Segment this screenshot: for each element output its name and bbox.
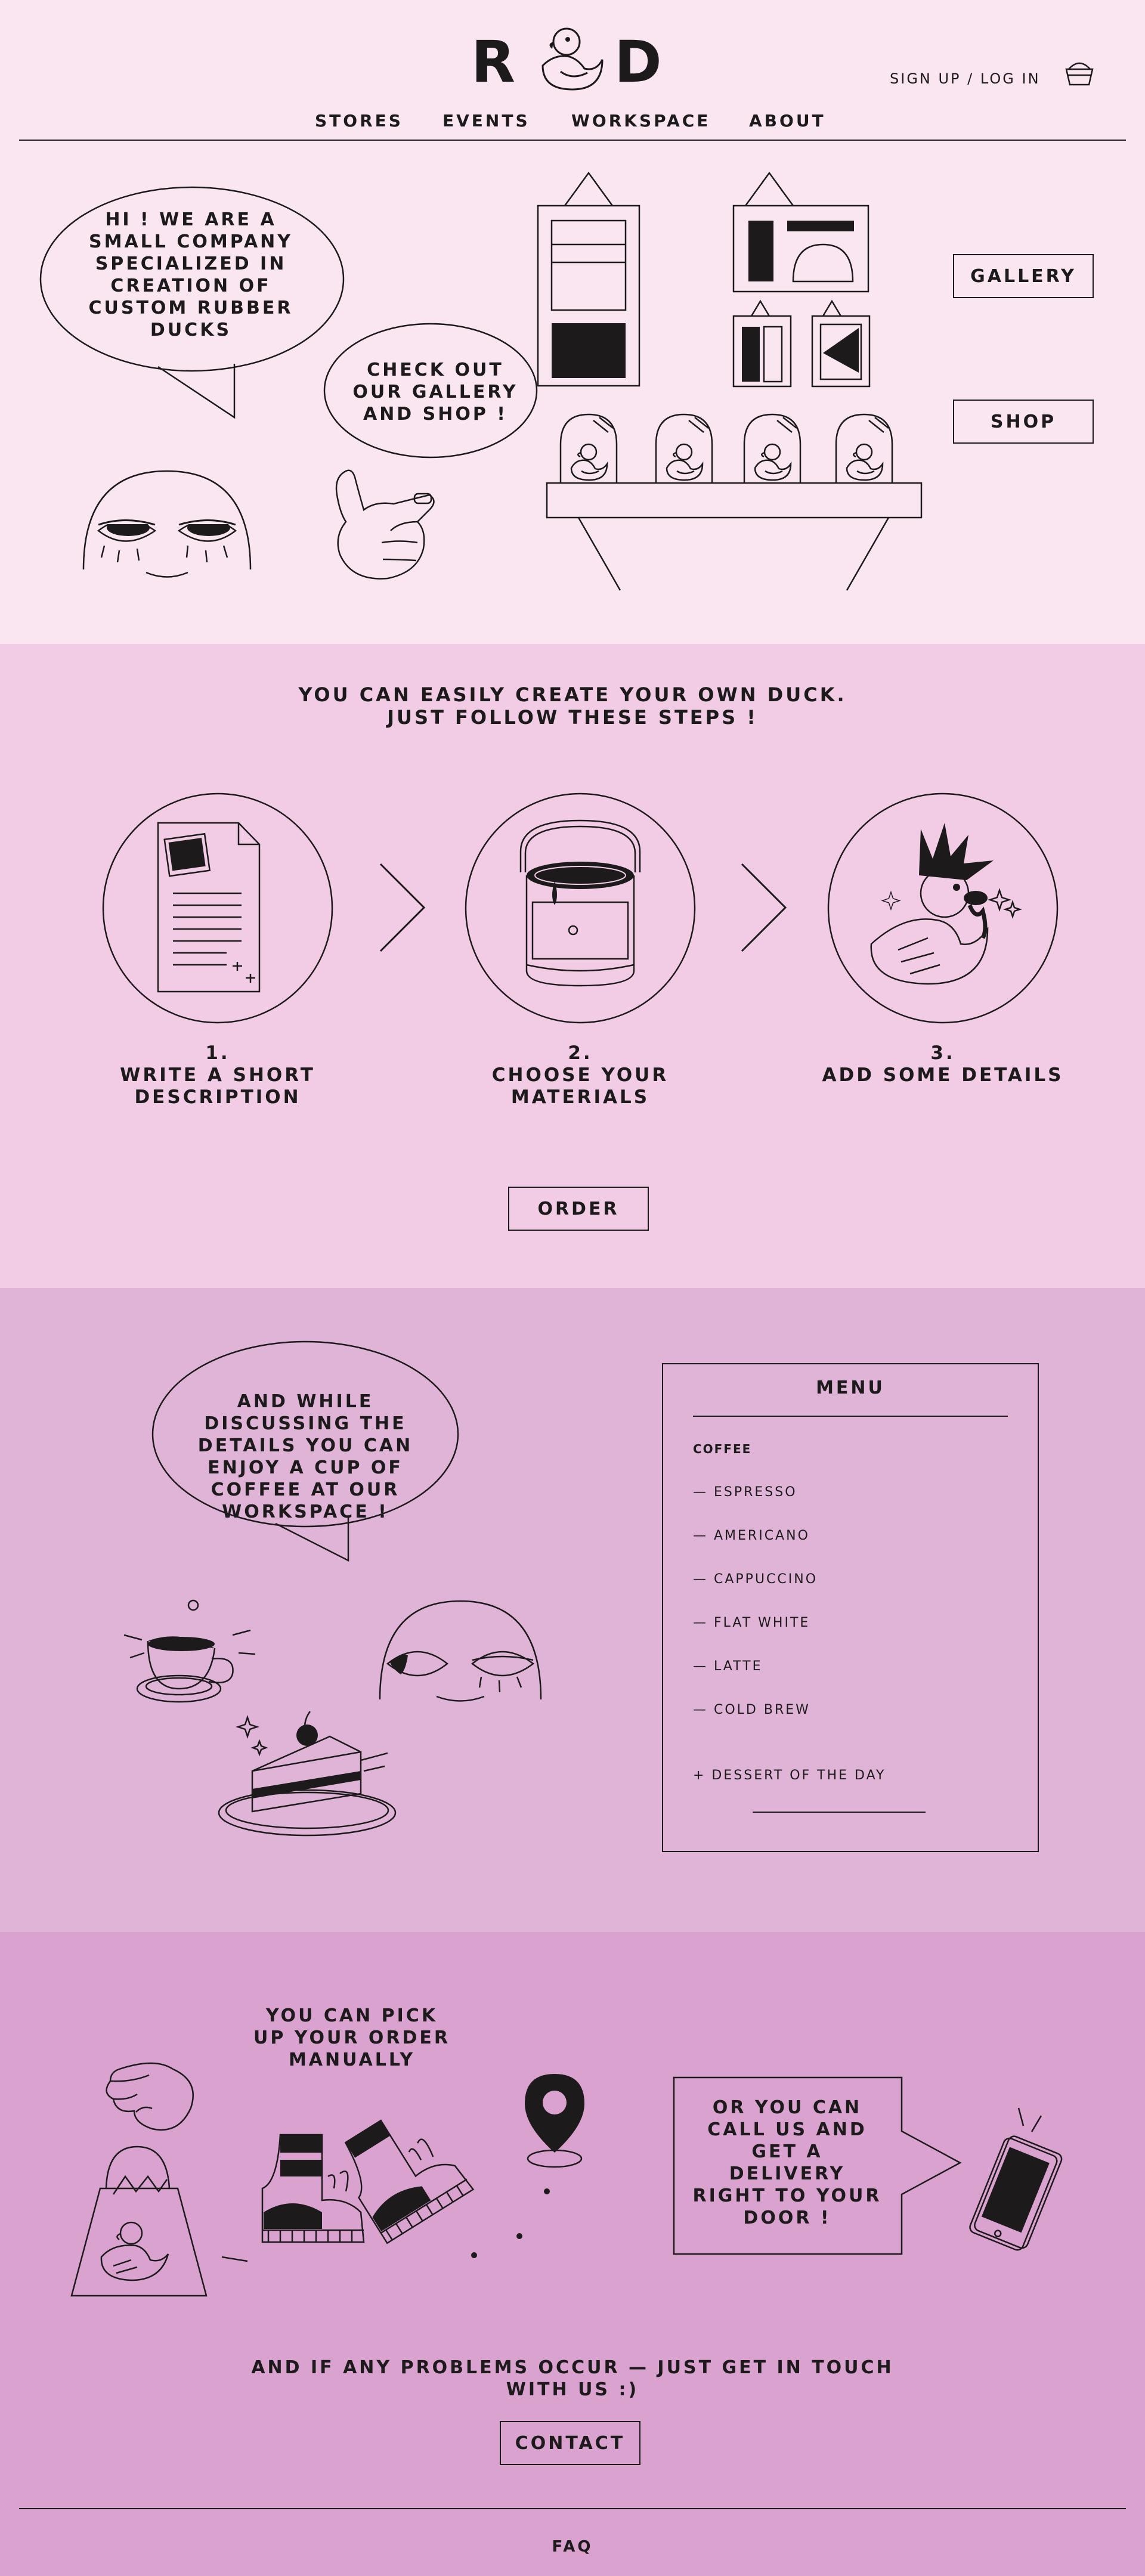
nav-about[interactable]: ABOUT [749, 111, 826, 131]
faq-link[interactable]: FAQ [513, 2538, 632, 2556]
intro-text: HI ! WE ARE A SMALL COMPANY SPECIALIZED … [88, 209, 293, 340]
step-1-label: 1. WRITE A SHORT DESCRIPTION [120, 1042, 315, 1108]
menu-item: — CAPPUCCINO [693, 1572, 818, 1587]
header-divider [19, 140, 1126, 141]
menu-item: — AMERICANO [693, 1528, 810, 1543]
cake-slice-icon [218, 1711, 397, 1837]
walking-boots-icon [261, 2119, 475, 2244]
steps-heading: YOU CAN EASILY CREATE YOUR OWN DUCK. JUS… [298, 683, 847, 729]
coffee-cup-icon [123, 1599, 256, 1703]
face-sleepy-icon [82, 470, 252, 578]
contact-button[interactable]: CONTACT [500, 2421, 640, 2465]
menu-extra: + DESSERT OF THE DAY [693, 1768, 886, 1783]
basket-icon[interactable] [1065, 60, 1094, 86]
shop-button[interactable]: SHOP [953, 400, 1094, 444]
gallery-callout-text: CHECK OUT OUR GALLERY AND SHOP ! [352, 360, 518, 425]
logo-letter-d: D [614, 29, 662, 95]
gallery-illustration [537, 171, 923, 591]
workspace-section: AND WHILE DISCUSSING THE DETAILS YOU CAN… [0, 1288, 1145, 1932]
menu-item: — LATTE [693, 1659, 763, 1674]
ringing-phone-icon [969, 2107, 1063, 2251]
menu-item: — FLAT WHITE [693, 1615, 810, 1630]
steps-section: YOU CAN EASILY CREATE YOUR OWN DUCK. JUS… [0, 644, 1145, 1288]
hand-with-bag-icon [70, 2062, 248, 2297]
location-pin-icon [525, 2074, 584, 2194]
nav-workspace[interactable]: WORKSPACE [571, 111, 710, 131]
step-2-label: 2. CHOOSE YOUR MATERIALS [491, 1042, 669, 1108]
face-looking-icon [379, 1600, 542, 1702]
menu-item: — COLD BREW [693, 1702, 810, 1717]
problems-text: AND IF ANY PROBLEMS OCCUR — JUST GET IN … [251, 2357, 894, 2400]
step-details-icon [827, 792, 1059, 1024]
delivery-section: YOU CAN PICK UP YOUR ORDER MANUALLY OR Y… [0, 1932, 1145, 2576]
menu-bottom-divider [753, 1812, 926, 1813]
order-button[interactable]: ORDER [508, 1187, 649, 1231]
nav-stores[interactable]: STORES [315, 111, 403, 131]
menu-item: — ESPRESSO [693, 1485, 797, 1500]
path-dot [471, 2252, 477, 2258]
footer-divider [19, 2508, 1126, 2509]
menu-title: MENU [816, 1377, 885, 1398]
pointing-hand-icon [335, 469, 435, 580]
workspace-text: AND WHILE DISCUSSING THE DETAILS YOU CAN… [197, 1391, 413, 1522]
step-description-icon [102, 792, 333, 1024]
delivery-text: OR YOU CAN CALL US AND GET A DELIVERY RI… [692, 2097, 882, 2228]
step-arrow-1-icon [379, 863, 426, 952]
menu-title-divider [693, 1416, 1008, 1417]
step-arrow-2-icon [741, 863, 787, 952]
logo-duck-icon [541, 27, 604, 91]
menu-card: MENU COFFEE — ESPRESSO — AMERICANO — CAP… [662, 1363, 1039, 1852]
logo[interactable]: R D [471, 24, 668, 95]
logo-letter-r: R [471, 29, 515, 95]
step-3-label: 3. ADD SOME DETAILS [822, 1042, 1064, 1086]
path-dot [516, 2233, 522, 2239]
step-materials-icon [465, 792, 696, 1024]
menu-category: COFFEE [693, 1442, 752, 1456]
nav-events[interactable]: EVENTS [442, 111, 530, 131]
gallery-button[interactable]: GALLERY [953, 254, 1094, 298]
hero-section: R D SIGN UP / LOG IN STORES EVENTS WORKS… [0, 0, 1145, 644]
account-link[interactable]: SIGN UP / LOG IN [890, 70, 1041, 87]
